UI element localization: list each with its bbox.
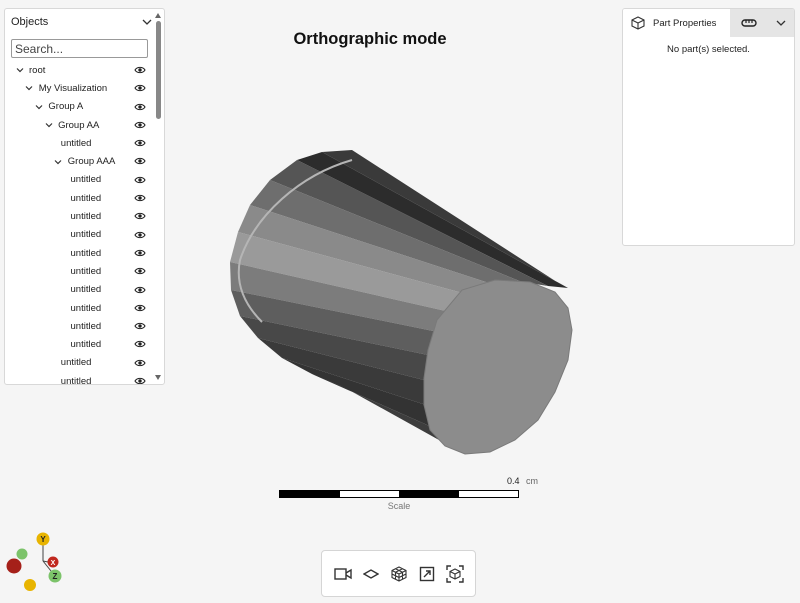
- bounding-box-button[interactable]: [445, 564, 464, 583]
- axis-x-label: X: [51, 560, 56, 567]
- properties-tabs: Part Properties: [623, 9, 794, 37]
- explode-icon: [390, 565, 407, 582]
- plane-button[interactable]: [362, 565, 380, 583]
- properties-menu-toggle[interactable]: [768, 9, 794, 37]
- scale-segments: [279, 490, 519, 498]
- chevron-down-icon: [776, 20, 786, 26]
- fit-view-icon: [419, 566, 434, 581]
- view-toolbar: [321, 550, 476, 597]
- axis-z-label: Z: [53, 572, 58, 581]
- ruler-icon: [741, 19, 757, 27]
- fit-view-button[interactable]: [418, 565, 436, 583]
- part-properties-panel: Part Properties No part(s) selected.: [622, 8, 795, 246]
- explode-button[interactable]: [390, 565, 408, 583]
- tab-measure[interactable]: [730, 9, 769, 37]
- tab-part-properties[interactable]: Part Properties: [623, 9, 731, 37]
- scale-segment: [458, 491, 518, 497]
- axis-z-negative[interactable]: [16, 548, 28, 560]
- bounding-box-icon: [445, 564, 464, 583]
- axis-x-negative[interactable]: [6, 558, 22, 574]
- scale-value: 0.4: [507, 476, 520, 486]
- cube-icon: [631, 16, 645, 30]
- scale-label: Scale: [387, 501, 411, 511]
- camera-icon: [333, 567, 352, 580]
- scale-unit: cm: [526, 476, 538, 486]
- camera-button[interactable]: [333, 565, 352, 583]
- axis-y-label: Y: [40, 535, 46, 544]
- axis-y-negative[interactable]: [24, 579, 36, 591]
- scale-segment: [280, 491, 340, 497]
- no-selection-message: No part(s) selected.: [667, 44, 750, 55]
- axis-gizmo[interactable]: Y X Z: [0, 528, 80, 598]
- tab-part-properties-label: Part Properties: [653, 17, 717, 29]
- scale-segment: [399, 491, 459, 497]
- plane-icon: [362, 568, 379, 579]
- scale-bar: 0.4 cm Scale: [279, 476, 538, 511]
- scale-segment: [339, 491, 399, 497]
